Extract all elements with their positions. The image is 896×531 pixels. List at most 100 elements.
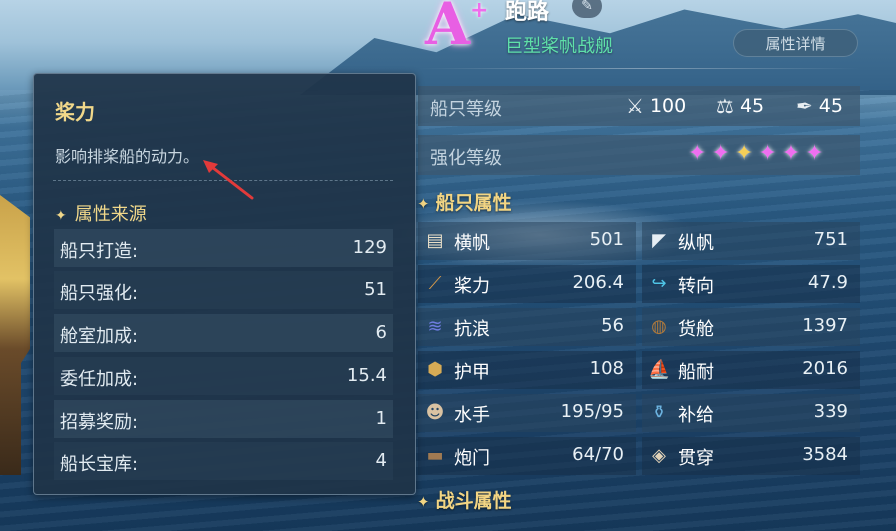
attr-value: 47.9 <box>807 272 848 293</box>
square-sail-icon: ▤ <box>426 230 444 251</box>
attr-value: 501 <box>589 229 624 250</box>
attr-cell[interactable]: ⚱ 补给 339 <box>642 394 860 432</box>
attr-value: 56 <box>601 315 624 336</box>
ship-type: 巨型桨帆战舰 <box>505 36 613 57</box>
sailor-icon: ☻ <box>425 402 445 423</box>
attr-value: 3584 <box>802 444 848 465</box>
enhance-level-label: 强化等级 <box>430 148 502 169</box>
header-divider <box>418 68 860 69</box>
battle-attrs-title: ✦ 战斗属性 <box>417 486 512 513</box>
supply-icon: ⚱ <box>651 402 667 423</box>
armor-plate-icon: ⬢ <box>427 359 443 380</box>
tooltip-source-row: 船长宝库: 4 <box>54 442 393 480</box>
tooltip-description: 影响排桨船的动力。 <box>55 147 200 166</box>
tooltip-title: 桨力 <box>55 100 95 124</box>
level-stat-value: 45 <box>739 95 765 117</box>
source-label: 船长宝库: <box>60 454 139 475</box>
scales-icon: ⚖ <box>716 94 734 118</box>
attr-cell[interactable]: ≋ 抗浪 56 <box>418 308 636 346</box>
hull-icon: ⛵ <box>648 359 671 380</box>
sparkle-icon: ✦ <box>55 208 67 224</box>
source-value: 6 <box>375 322 387 343</box>
wave-icon: ≋ <box>427 316 443 337</box>
attr-cell[interactable]: ⟋ 桨力 206.4 <box>418 265 636 303</box>
level-stat-value: 100 <box>649 95 687 117</box>
star-icon: ✦ <box>711 141 730 166</box>
level-stat-trade: ⚖ 45 <box>716 94 764 118</box>
star-icon: ✦ <box>734 141 754 166</box>
source-value: 4 <box>375 450 387 471</box>
attr-cell[interactable]: ⛵ 船耐 2016 <box>642 351 860 389</box>
oar-icon: ⟋ <box>428 273 442 294</box>
attr-cell[interactable]: ↪ 转向 47.9 <box>642 265 860 303</box>
turn-arrow-icon: ↪ <box>651 273 667 294</box>
tooltip-source-title-text: 属性来源 <box>74 204 147 225</box>
star-icon: ✦ <box>781 141 801 166</box>
cannon-icon: ▬ <box>426 445 444 466</box>
source-label: 招募奖励: <box>60 412 139 433</box>
attr-value: 108 <box>589 358 624 379</box>
attr-label: 纵帆 <box>678 233 714 254</box>
source-label: 委任加成: <box>60 369 139 390</box>
attr-value: 64/70 <box>572 444 624 465</box>
attr-label: 护甲 <box>454 362 490 383</box>
level-stat-explore: ✒ 45 <box>796 94 843 118</box>
attr-value: 339 <box>813 401 848 422</box>
attribute-details-button[interactable]: 属性详情 <box>733 29 858 57</box>
tooltip-source-title: ✦ 属性来源 <box>55 200 147 226</box>
ship-name: 跑路 <box>505 0 550 25</box>
attr-label: 横帆 <box>454 233 490 254</box>
tooltip-source-row: 船只打造: 129 <box>54 229 393 267</box>
attr-value: 2016 <box>802 358 848 379</box>
attr-label: 炮门 <box>454 448 490 469</box>
tooltip-source-row: 委任加成: 15.4 <box>54 357 393 395</box>
quill-icon: ✒ <box>796 94 813 118</box>
enhance-stars: ✦ ✦ ✦ ✦ ✦ ✦ <box>688 141 824 166</box>
attr-label: 贯穿 <box>678 448 714 469</box>
source-label: 船只强化: <box>60 283 139 304</box>
star-icon: ✦ <box>758 141 777 166</box>
star-icon: ✦ <box>805 141 824 166</box>
source-label: 船只打造: <box>60 241 139 262</box>
source-value: 129 <box>352 237 387 258</box>
battle-attrs-title-text: 战斗属性 <box>435 490 512 512</box>
attr-cell[interactable]: ▬ 炮门 64/70 <box>418 437 636 475</box>
edit-name-icon[interactable]: ✎ <box>572 0 602 18</box>
source-label: 舱室加成: <box>60 326 139 347</box>
attr-cell[interactable]: ◤ 纵帆 751 <box>642 222 860 260</box>
tooltip-source-row: 招募奖励: 1 <box>54 400 393 438</box>
attr-cell[interactable]: ☻ 水手 195/95 <box>418 394 636 432</box>
source-value: 51 <box>364 279 387 300</box>
sparkle-icon: ✦ <box>417 195 430 213</box>
level-stat-value: 45 <box>818 95 843 117</box>
attr-label: 补给 <box>678 405 714 426</box>
source-value: 1 <box>375 408 387 429</box>
attr-label: 桨力 <box>454 276 490 297</box>
attribute-tooltip: 桨力 影响排桨船的动力。 ✦ 属性来源 船只打造: 129 船只强化: 51 舱室… <box>33 73 416 495</box>
tooltip-source-row: 舱室加成: 6 <box>54 314 393 352</box>
attr-value: 751 <box>813 229 848 250</box>
source-value: 15.4 <box>346 365 387 386</box>
ship-attrs-title-text: 船只属性 <box>435 192 512 214</box>
attr-cell[interactable]: ◈ 贯穿 3584 <box>642 437 860 475</box>
attr-cell[interactable]: ▤ 横帆 501 <box>418 222 636 260</box>
attr-label: 水手 <box>454 405 490 426</box>
attr-label: 转向 <box>678 276 714 297</box>
sparkle-icon: ✦ <box>417 493 430 511</box>
barrel-icon: ◍ <box>651 316 667 337</box>
level-stat-attack: ⚔ 100 <box>626 94 686 118</box>
ship-level-label: 船只等级 <box>430 99 502 120</box>
attr-value: 1397 <box>802 315 848 336</box>
attr-value: 195/95 <box>560 401 624 422</box>
ship-attrs-title: ✦ 船只属性 <box>417 188 512 215</box>
attr-cell[interactable]: ◍ 货舱 1397 <box>642 308 860 346</box>
attr-cell[interactable]: ⬢ 护甲 108 <box>418 351 636 389</box>
lateen-sail-icon: ◤ <box>652 230 666 251</box>
tooltip-source-row: 船只强化: 51 <box>54 271 393 309</box>
crossed-swords-icon: ⚔ <box>626 94 644 118</box>
attr-label: 抗浪 <box>454 319 490 340</box>
ship-grade-plus: + <box>470 0 489 23</box>
penetrate-icon: ◈ <box>652 445 666 466</box>
star-icon: ✦ <box>688 141 707 166</box>
attr-label: 货舱 <box>678 319 714 340</box>
